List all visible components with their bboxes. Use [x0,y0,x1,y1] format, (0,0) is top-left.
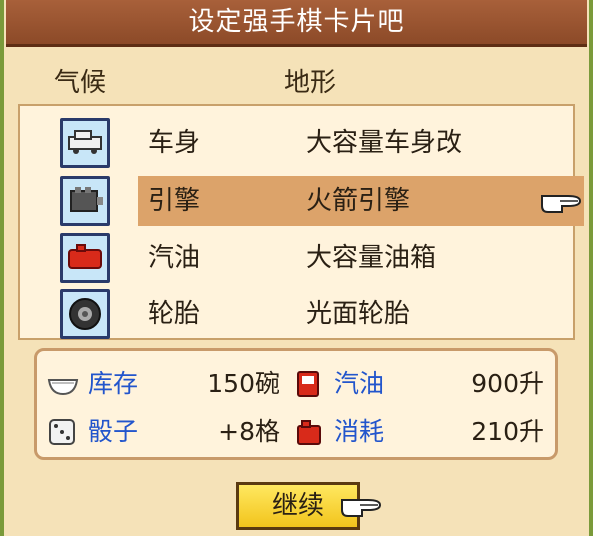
part-label: 引擎 [148,186,201,216]
engine-icon [60,176,110,226]
stat-consumption: 消耗 210升 [292,412,544,452]
part-row-body[interactable]: 车身 大容量车身改 [60,118,593,168]
part-label: 汽油 [148,243,201,273]
fuel-tank-icon [60,233,110,283]
part-label: 轮胎 [148,299,201,329]
stat-dice: 骰子 +8格 [46,412,286,452]
dialog-title: 设定强手棋卡片吧 [6,0,587,47]
stat-label: 消耗 [334,417,385,446]
column-header-terrain: 地形 [284,68,337,98]
part-value: 大容量油箱 [306,243,437,273]
stat-fuel: 汽油 900升 [292,364,544,404]
tire-icon [60,289,110,339]
stat-value: 900升 [471,369,544,398]
part-value: 大容量车身改 [306,128,463,158]
part-row-tires[interactable]: 轮胎 光面轮胎 [60,289,593,339]
fuel-pump-icon [297,371,319,397]
stat-value: +8格 [218,417,280,446]
part-value: 光面轮胎 [306,299,411,329]
pointer-hand-icon [340,492,384,518]
stat-value: 150碗 [207,369,280,398]
part-row-engine[interactable]: 引擎 火箭引擎 [60,176,593,226]
stat-stock: 库存 150碗 [46,364,286,404]
bowl-icon [47,379,79,396]
part-row-fuel[interactable]: 汽油 大容量油箱 [60,233,593,283]
stat-value: 210升 [471,417,544,446]
stat-label: 汽油 [334,369,385,398]
column-header-weather: 气候 [54,68,107,98]
part-value: 火箭引擎 [306,186,411,216]
stat-label: 骰子 [88,417,139,446]
pointer-hand-icon [540,188,584,214]
dice-icon [49,419,75,445]
car-body-icon [60,118,110,168]
fuel-can-icon [297,420,321,445]
part-label: 车身 [148,128,201,158]
stat-label: 库存 [88,369,139,398]
